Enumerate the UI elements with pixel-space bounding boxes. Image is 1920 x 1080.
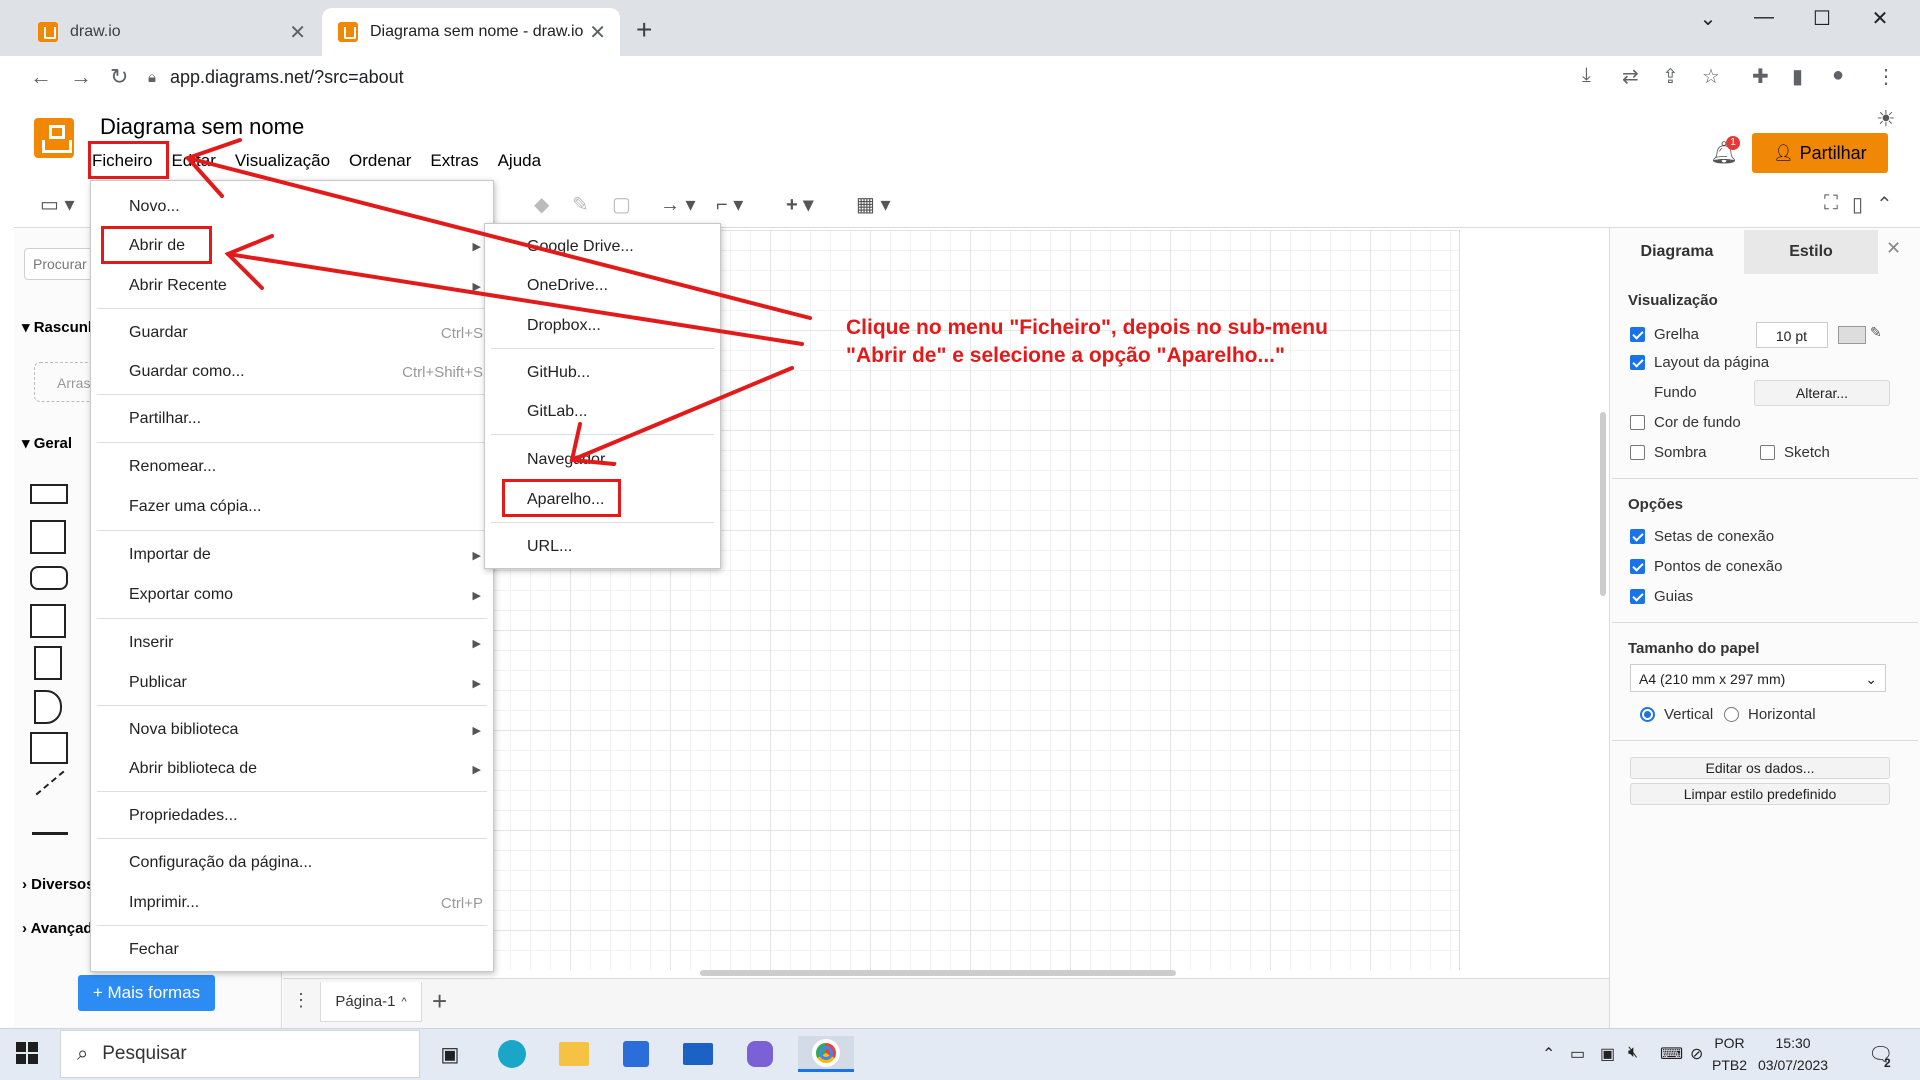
battery-icon[interactable]: ▭: [1570, 1044, 1585, 1064]
edge-browser-icon[interactable]: [490, 1036, 534, 1072]
meet-now-icon[interactable]: ▣: [1600, 1044, 1615, 1064]
annotation-arrows: [184, 138, 812, 466]
copilot-app-icon[interactable]: [738, 1036, 782, 1072]
arrow-to-abrir-de: [226, 252, 804, 346]
task-view-icon[interactable]: ▣: [428, 1036, 472, 1072]
system-clock[interactable]: 15:30 03/07/2023: [1758, 1032, 1828, 1076]
search-icon: ⌕: [77, 1042, 89, 1065]
notification-count: 2: [1884, 1056, 1891, 1070]
taskbar-search-box[interactable]: ⌕ Pesquisar: [60, 1030, 420, 1078]
network-icon[interactable]: ⊘: [1690, 1044, 1703, 1064]
input-language[interactable]: POR PTB2: [1712, 1032, 1747, 1076]
windows-logo-icon: [16, 1042, 38, 1064]
keyboard-icon[interactable]: ⌨: [1660, 1044, 1683, 1064]
tray-overflow-icon[interactable]: ⌃: [1542, 1044, 1555, 1064]
microsoft-store-icon[interactable]: [614, 1036, 658, 1072]
windows-start-icon[interactable]: [16, 1042, 38, 1069]
volume-muted-icon[interactable]: 🔇︎: [1628, 1044, 1638, 1062]
arrow-to-ficheiro: [186, 156, 812, 320]
instruction-annotation: Clique no menu "Ficheiro", depois no sub…: [846, 316, 1328, 367]
chrome-taskbar-icon[interactable]: [798, 1036, 854, 1072]
file-explorer-icon[interactable]: [552, 1036, 596, 1072]
arrow-to-aparelho: [570, 366, 794, 462]
arrow-head: [224, 234, 274, 290]
mail-icon[interactable]: [676, 1036, 720, 1072]
